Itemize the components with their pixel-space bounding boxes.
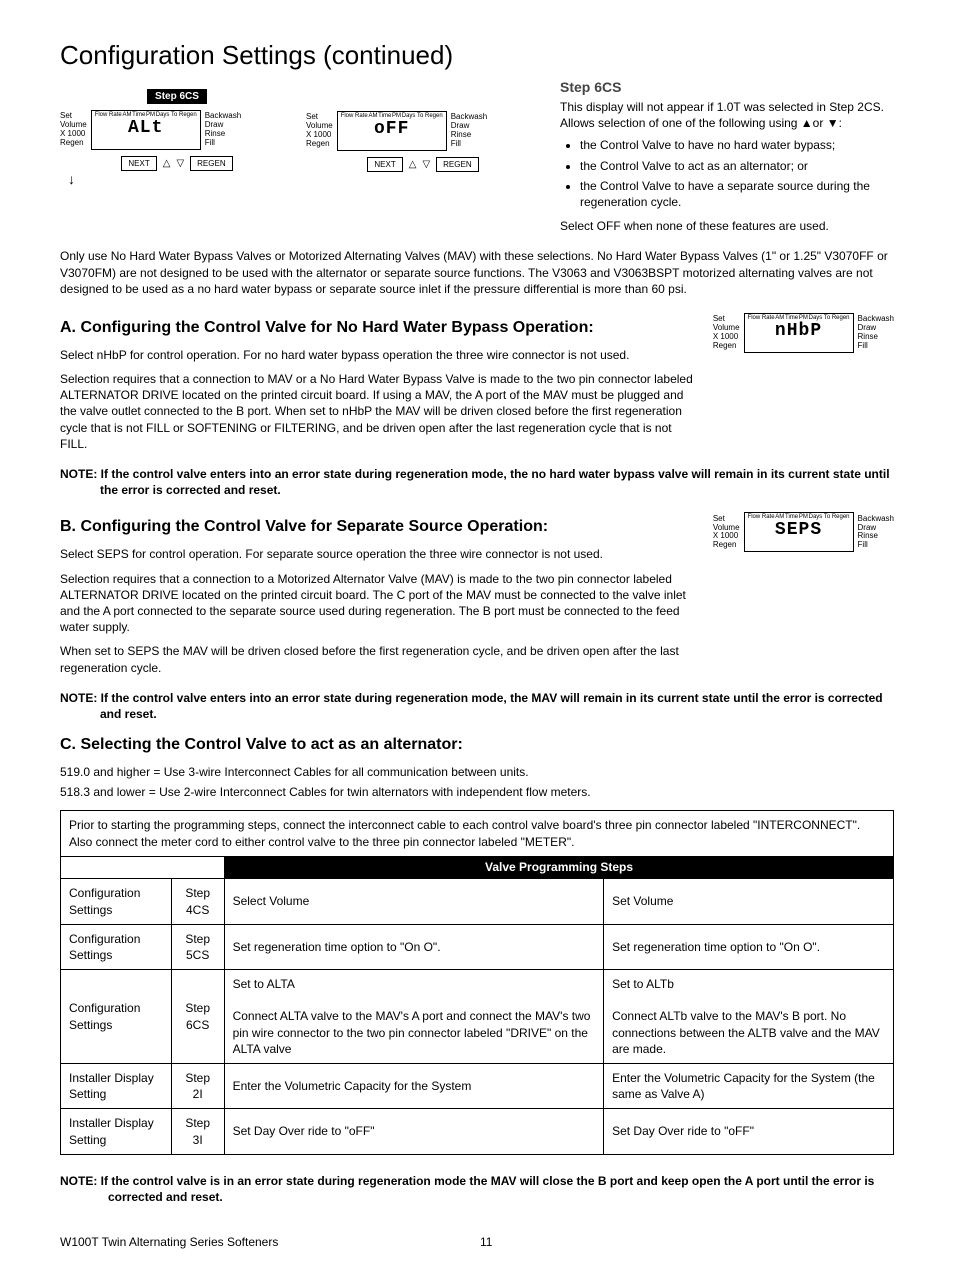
section-a-heading: A. Configuring the Control Valve for No … bbox=[60, 319, 693, 337]
table-row: Installer Display Setting Step 2I Enter … bbox=[61, 1064, 894, 1109]
lcd-text: oFF bbox=[339, 119, 445, 139]
arrow-down-icon: ↓ bbox=[68, 171, 294, 187]
next-button[interactable]: NEXT bbox=[121, 156, 156, 171]
step6cs-heading: Step 6CS bbox=[560, 79, 894, 95]
regen-button[interactable]: REGEN bbox=[190, 156, 232, 171]
page-title: Configuration Settings (continued) bbox=[60, 40, 894, 71]
diagram-step6cs-alt: Step 6CS Set Volume X 1000 Regen Flow Ra… bbox=[60, 89, 294, 240]
lcd-left-labels: Set Volume X 1000 Regen bbox=[306, 113, 333, 148]
lcd-right-labels: Backwash Draw Rinse Fill bbox=[205, 112, 241, 147]
step6cs-description: Step 6CS This display will not appear if… bbox=[560, 79, 894, 240]
lcd-left-labels: Set Volume X 1000 Regen bbox=[60, 112, 87, 147]
next-button[interactable]: NEXT bbox=[367, 157, 402, 172]
table-header: Valve Programming Steps bbox=[224, 856, 893, 879]
section-a-p2: Selection requires that a connection to … bbox=[60, 371, 693, 452]
footer-page-number: 11 bbox=[480, 1235, 492, 1249]
section-c-p1: 519.0 and higher = Use 3-wire Interconne… bbox=[60, 764, 894, 780]
footer-product: W100T Twin Alternating Series Softeners bbox=[60, 1235, 278, 1249]
table-row: Configuration Settings Step 4CS Select V… bbox=[61, 879, 894, 924]
lcd-right-labels: Backwash Draw Rinse Fill bbox=[451, 113, 487, 148]
step6cs-p1: This display will not appear if 1.0T was… bbox=[560, 99, 894, 131]
lcd-text: ALt bbox=[93, 118, 199, 138]
section-b-p2: Selection requires that a connection to … bbox=[60, 571, 693, 636]
lcd-text: nHbP bbox=[746, 321, 852, 341]
up-icon[interactable]: △ bbox=[409, 159, 417, 170]
lcd-text: SEPS bbox=[746, 520, 852, 540]
table-row: Configuration Settings Step 5CS Set rege… bbox=[61, 924, 894, 969]
lcd-lbl: Flow Rate bbox=[95, 112, 122, 118]
usage-paragraph: Only use No Hard Water Bypass Valves or … bbox=[60, 248, 894, 297]
table-row: Installer Display Setting Step 3I Set Da… bbox=[61, 1109, 894, 1154]
step-chip: Step 6CS bbox=[147, 89, 207, 104]
down-icon[interactable]: ▽ bbox=[176, 158, 184, 169]
section-a-p1: Select nHbP for control operation. For n… bbox=[60, 347, 693, 363]
diagrams-area: Step 6CS Set Volume X 1000 Regen Flow Ra… bbox=[60, 79, 540, 240]
final-note: NOTE: If the control valve is in an erro… bbox=[60, 1173, 894, 1205]
table-row: Configuration Settings Step 6CS Set to A… bbox=[61, 970, 894, 1064]
step6cs-p2: Select OFF when none of these features a… bbox=[560, 218, 894, 234]
step6cs-bullet: the Control Valve to act as an alternato… bbox=[580, 158, 894, 174]
step6cs-bullet: the Control Valve to have a separate sou… bbox=[580, 178, 894, 210]
section-b-p3: When set to SEPS the MAV will be driven … bbox=[60, 643, 693, 675]
fig-seps: Set Volume X 1000 Regen Flow Rate AM Tim… bbox=[713, 512, 894, 552]
regen-button[interactable]: REGEN bbox=[436, 157, 478, 172]
down-icon[interactable]: ▽ bbox=[422, 159, 430, 170]
section-b-note: NOTE: If the control valve enters into a… bbox=[60, 690, 894, 722]
valve-programming-table: Valve Programming Steps Configuration Se… bbox=[60, 856, 894, 1155]
lcd-lbl: Flow Rate bbox=[341, 113, 368, 119]
diagram-step6cs-off: Set Volume X 1000 Regen Flow Rate AM Tim… bbox=[306, 89, 540, 240]
section-c-heading: C. Selecting the Control Valve to act as… bbox=[60, 736, 894, 754]
section-a-note: NOTE: If the control valve enters into a… bbox=[60, 466, 894, 498]
interconnect-info-box: Prior to starting the programming steps,… bbox=[60, 810, 894, 855]
section-c-p2: 518.3 and lower = Use 2-wire Interconnec… bbox=[60, 784, 894, 800]
fig-nhbp: Set Volume X 1000 Regen Flow Rate AM Tim… bbox=[713, 313, 894, 353]
section-b-p1: Select SEPS for control operation. For s… bbox=[60, 546, 693, 562]
up-icon[interactable]: △ bbox=[163, 158, 171, 169]
section-b-heading: B. Configuring the Control Valve for Sep… bbox=[60, 518, 693, 536]
step6cs-bullet: the Control Valve to have no hard water … bbox=[580, 137, 894, 153]
